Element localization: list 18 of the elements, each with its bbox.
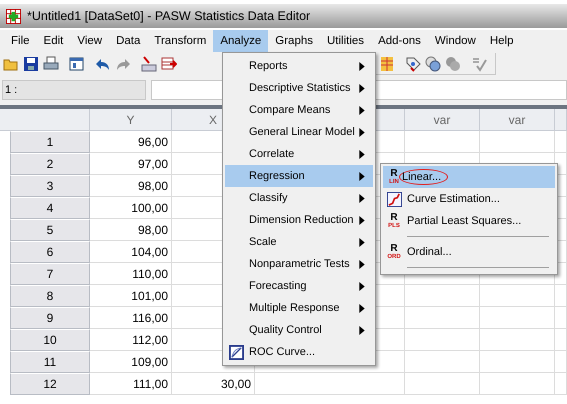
menu-option-label: Quality Control [248, 324, 323, 336]
menu-option-label: Linear... [399, 169, 448, 185]
menu-option-label: Nonparametric Tests [248, 258, 351, 270]
menu-option-label: Scale [248, 236, 278, 248]
menu-option-label: Forecasting [248, 280, 308, 292]
menu-option-label: ROC Curve... [248, 346, 316, 358]
menu-option-label: Reports [248, 60, 289, 72]
menu-option-label: Regression [248, 170, 306, 182]
window-title: *Untitled1 [DataSet0] - PASW Statistics Data Editor [27, 9, 310, 23]
menu-option-label: Curve Estimation... [406, 193, 501, 205]
menu-option-label: Classify [248, 192, 289, 204]
menu-option-label: Ordinal... [406, 246, 453, 258]
menu-option-label: Multiple Response [248, 302, 340, 314]
menu-option-label: Dimension Reduction [248, 214, 355, 226]
menu-option-label: Correlate [248, 148, 296, 160]
menu-option-label: Partial Least Squares... [406, 215, 522, 227]
menu-option-label: Descriptive Statistics [248, 82, 352, 94]
cell-reference: 1 : [2, 80, 146, 100]
